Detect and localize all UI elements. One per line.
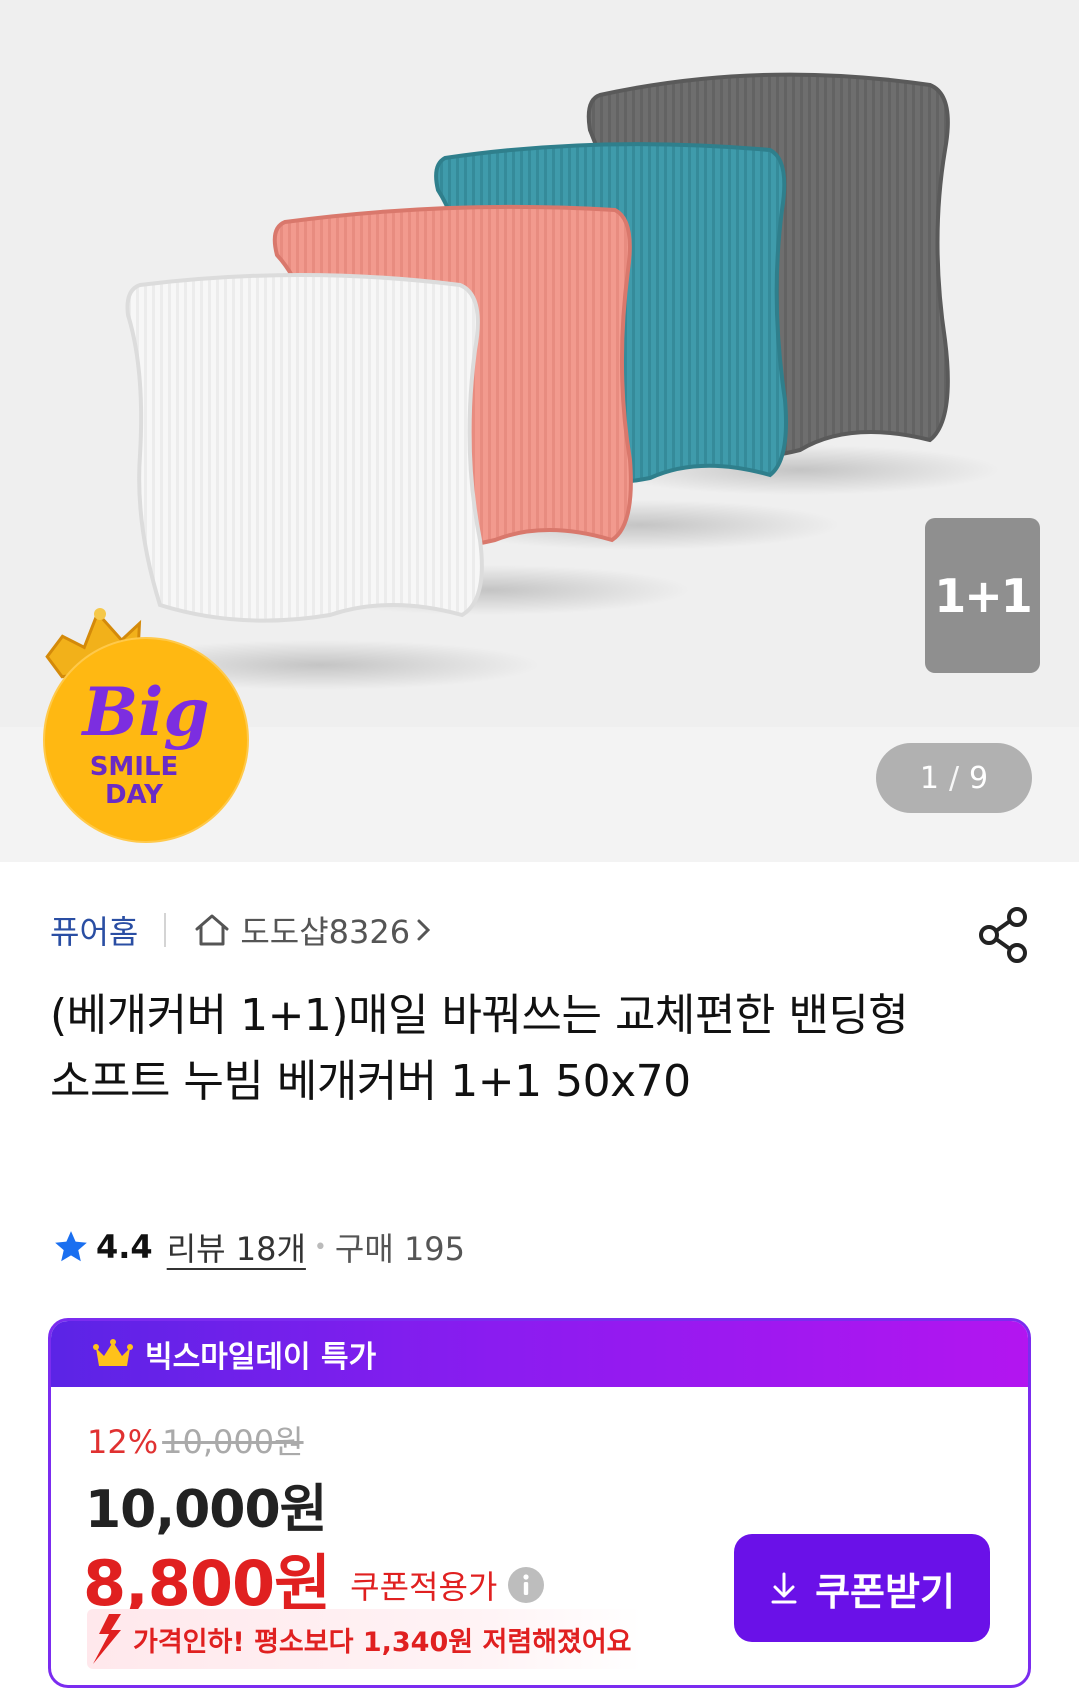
promo-price-box: 빅스마일데이 특가 12% 10,000원 10,000원 8,800원 쿠폰적… bbox=[48, 1318, 1031, 1688]
promo-header: 빅스마일데이 특가 bbox=[51, 1321, 1028, 1387]
shop-name-link[interactable]: 도도샵8326 bbox=[240, 907, 410, 953]
svg-text:Big: Big bbox=[80, 673, 209, 751]
crown-icon bbox=[93, 1339, 133, 1366]
coupon-price-label: 쿠폰적용가 bbox=[350, 1568, 498, 1606]
rating-score: 4.4 bbox=[96, 1228, 153, 1266]
star-icon bbox=[55, 1231, 87, 1262]
home-icon bbox=[195, 914, 229, 946]
big-smile-day-badge: Big SMILE DAY bbox=[43, 608, 249, 843]
one-plus-one-badge: 1+1 bbox=[925, 518, 1040, 673]
separator-dot: • bbox=[313, 1234, 327, 1260]
image-counter: 1 / 9 bbox=[876, 743, 1032, 813]
original-price-row: 12% 10,000원 bbox=[87, 1417, 304, 1463]
info-icon[interactable] bbox=[507, 1566, 545, 1604]
rating-row: 4.4 리뷰 18개 • 구매 195 bbox=[52, 1224, 465, 1270]
brand-link[interactable]: 퓨어홈 bbox=[50, 907, 138, 953]
original-price: 10,000원 bbox=[162, 1423, 304, 1461]
promo-header-label: 빅스마일데이 특가 bbox=[145, 1340, 377, 1375]
counter-total: 9 bbox=[969, 760, 989, 796]
counter-current: 1 bbox=[919, 760, 939, 796]
review-count-link[interactable]: 리뷰 18개 bbox=[167, 1224, 306, 1270]
get-coupon-label: 쿠폰받기 bbox=[815, 1569, 955, 1614]
store-row: 퓨어홈 도도샵8326 bbox=[50, 905, 432, 955]
product-title: (베개커버 1+1)매일 바꿔쓰는 교체편한 밴딩형 소프트 누빔 베개커버 1… bbox=[50, 990, 909, 1107]
price-drop-notice: 가격인하! 평소보다 1,340원 저렴해졌어요 bbox=[87, 1609, 642, 1669]
share-icon[interactable] bbox=[977, 905, 1033, 965]
download-icon bbox=[771, 1572, 797, 1604]
price-drop-text: 가격인하! 평소보다 1,340원 저렴해졌어요 bbox=[133, 1626, 632, 1658]
price-down-arrow-icon bbox=[93, 1614, 121, 1664]
counter-separator: / bbox=[948, 760, 960, 796]
svg-text:DAY: DAY bbox=[105, 780, 164, 810]
get-coupon-button[interactable]: 쿠폰받기 bbox=[734, 1534, 990, 1642]
svg-text:SMILE: SMILE bbox=[90, 752, 179, 782]
product-image-carousel[interactable]: 1+1 1 / 9 Big SMILE DAY bbox=[0, 0, 1079, 862]
chevron-right-icon bbox=[417, 919, 431, 941]
store-divider bbox=[164, 913, 167, 947]
discount-rate: 12% bbox=[87, 1423, 159, 1461]
purchase-count: 구매 195 bbox=[334, 1230, 466, 1268]
sale-price: 10,000원 bbox=[85, 1480, 328, 1540]
